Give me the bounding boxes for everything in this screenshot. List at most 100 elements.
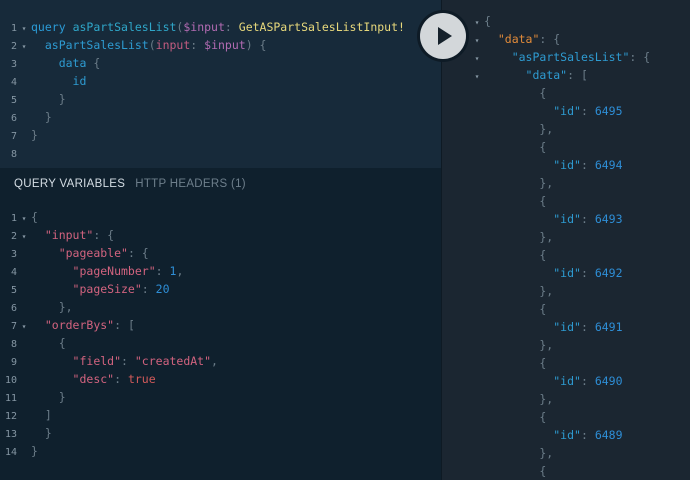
result-line: },	[484, 176, 554, 190]
argument-name: input	[155, 38, 191, 52]
line-number: 14	[4, 447, 17, 458]
code-line: 11 }	[0, 388, 218, 406]
brace: }	[44, 110, 52, 124]
result-line: },	[484, 338, 554, 352]
result-line: "id": 6491	[553, 320, 623, 334]
line-number: 8	[10, 149, 17, 160]
brace: }	[58, 92, 66, 106]
json-string: "createdAt"	[134, 354, 212, 368]
result-line: "id": 6493	[553, 212, 623, 226]
variables-tabs: QUERY VARIABLES HTTP HEADERS (1)	[14, 178, 246, 194]
play-icon	[438, 27, 452, 45]
code-line: 5 "pageSize": 20	[0, 280, 218, 298]
json-key: "id"	[553, 104, 581, 118]
result-line: },	[484, 446, 554, 460]
result-line: {	[484, 302, 547, 316]
tab-http-headers[interactable]: HTTP HEADERS (1)	[135, 178, 246, 194]
results-viewer: ▾{ ▾ "data": { ▾ "asPartSalesList": { ▾ …	[470, 12, 651, 480]
result-line: "id": 6492	[553, 266, 623, 280]
code-line: 8 {	[0, 334, 218, 352]
result-line: "id": 6495	[553, 104, 623, 118]
variable-name: $input	[204, 38, 246, 52]
result-line: ▾{	[470, 12, 650, 30]
code-line: 7 ▾ "orderBys": [	[0, 316, 218, 334]
code-line: 3 "pageable": {	[0, 244, 218, 262]
json-number: 6492	[594, 266, 623, 280]
json-key: "desc"	[72, 372, 115, 386]
result-line: "id": 6490	[553, 374, 623, 388]
code-line: 13 }	[0, 424, 218, 442]
json-number: 6494	[594, 158, 623, 172]
json-key: "data"	[497, 32, 540, 46]
result-line: "id": 6489	[553, 428, 623, 442]
code-line: 2 ▾ "input": {	[0, 226, 218, 244]
result-line: {	[484, 140, 547, 154]
code-line: 7}	[0, 126, 405, 144]
code-line: 14}	[0, 442, 218, 460]
result-line: {	[484, 464, 547, 478]
json-key: "id"	[553, 428, 581, 442]
code-line: 4 id	[0, 72, 405, 90]
field-name: id	[72, 74, 87, 88]
code-line: 10 "desc": true	[0, 370, 218, 388]
query-editor[interactable]: 1 ▾ query asPartSalesList($input: GetASPar…	[0, 18, 405, 162]
json-key: "id"	[553, 266, 581, 280]
result-line: },	[484, 230, 554, 244]
result-line: {	[484, 86, 547, 100]
result-line: ▾ "data": {	[470, 30, 650, 48]
colon: :	[224, 20, 239, 34]
play-button-face	[420, 13, 466, 59]
field-name: asPartSalesList	[44, 38, 149, 52]
code-line: 2 ▾ asPartSalesList(input: $input) {	[0, 36, 405, 54]
colon: :	[190, 38, 205, 52]
code-line: 9 "field": "createdAt",	[0, 352, 218, 370]
json-key: "id"	[553, 320, 581, 334]
json-number: 6493	[594, 212, 623, 226]
result-line: ▾ "data": [	[470, 66, 650, 84]
operation-name: asPartSalesList	[72, 20, 177, 34]
code-line: 5 }	[0, 90, 405, 108]
query-keyword: query	[31, 20, 66, 34]
result-line: "id": 6494	[553, 158, 623, 172]
code-line: 6 }	[0, 108, 405, 126]
json-key: "orderBys"	[44, 318, 115, 332]
json-key: "field"	[72, 354, 122, 368]
variables-editor[interactable]: 1 ▾{ 2 ▾ "input": { 3 "pageable": { 4 "pag…	[0, 208, 218, 460]
code-line: 8	[0, 144, 405, 162]
tab-query-variables[interactable]: QUERY VARIABLES	[14, 178, 125, 194]
brace: }	[31, 128, 38, 142]
result-line: {	[484, 248, 547, 262]
json-number: 20	[155, 282, 170, 296]
json-key: "id"	[553, 374, 581, 388]
json-key: "data"	[525, 68, 568, 82]
code-line: 1 ▾{	[0, 208, 218, 226]
json-boolean: true	[127, 372, 156, 386]
results-items: { "id": 6495 }, { "id": 6494 }, { "id": …	[470, 84, 650, 480]
json-key: "input"	[44, 228, 94, 242]
json-key: "asPartSalesList"	[511, 50, 630, 64]
json-key: "pageSize"	[72, 282, 142, 296]
code-line: 12 ]	[0, 406, 218, 424]
paren-brace: ) {	[245, 38, 267, 52]
variable-name: $input	[183, 20, 225, 34]
json-key: "id"	[553, 158, 581, 172]
code-line: 4 "pageNumber": 1,	[0, 262, 218, 280]
result-line: },	[484, 392, 554, 406]
result-line: },	[484, 284, 554, 298]
variable-type: GetASPartSalesListInput!	[238, 20, 405, 34]
result-line: {	[484, 194, 547, 208]
json-number: 6491	[594, 320, 623, 334]
result-line: ▾ "asPartSalesList": {	[470, 48, 651, 66]
json-key: "pageable"	[58, 246, 128, 260]
json-key: "pageNumber"	[72, 264, 156, 278]
code-line: 3 data {	[0, 54, 405, 72]
field-name: data	[58, 56, 87, 70]
code-line: 6 },	[0, 298, 218, 316]
result-line: },	[484, 122, 554, 136]
json-key: "id"	[553, 212, 581, 226]
paren: (	[148, 38, 156, 52]
json-number: 6490	[594, 374, 623, 388]
json-number: 6489	[594, 428, 623, 442]
code-line: 1 ▾ query asPartSalesList($input: GetASPar…	[0, 18, 405, 36]
run-query-button[interactable]	[417, 10, 469, 62]
